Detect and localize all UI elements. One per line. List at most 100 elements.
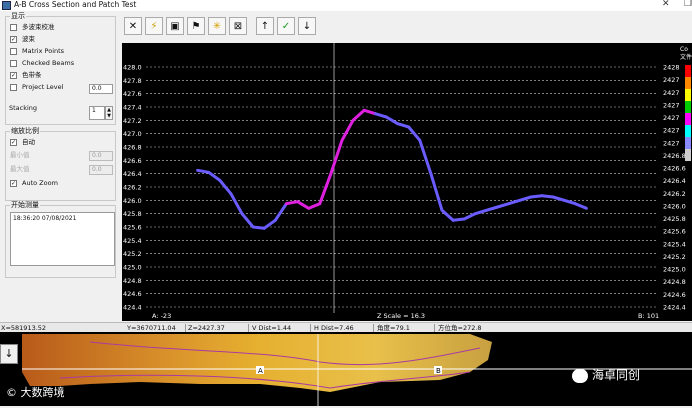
right-tick-label: 2425.6 [663,228,686,236]
y-tick-label: 424.4 [123,304,142,312]
fit-view-button[interactable]: ⊠ [229,17,247,35]
down-arrow-button[interactable]: ↓ [298,17,316,35]
data-point [218,178,222,182]
data-point [485,208,488,212]
checkbox-label: Checked Beams [22,59,75,67]
legend-swatch [685,149,691,161]
data-point [340,138,344,142]
data-point [207,170,211,174]
max-value-label: 最大值 [10,165,30,173]
right-tick-label: 2425.2 [663,253,686,261]
check-button[interactable]: ✓ [277,17,295,35]
cross-section-chart[interactable]: 428.0 427.8 427.6 427.4 427.2 427.0 426.8 426.6… [122,43,692,321]
measure-log[interactable]: 18:36:20 07/08/2021 [10,212,115,266]
checkbox-box[interactable] [10,24,17,31]
checkbox-auto-zoom[interactable]: ✓ Auto Zoom [10,179,58,188]
checkbox-project-level[interactable]: Project Level [10,83,63,92]
watermark-left: © 大数跨境 [6,386,65,399]
checkbox-label: 多波束校准 [22,23,55,31]
checkbox-multibeam-calibration[interactable]: 多波束校准 [10,23,55,32]
y-tick-label: 426.8 [123,144,142,152]
left-control-panel: 显示 多波束校准 ✓ 波束 Matrix Points Checked Beam… [0,11,120,323]
right-tick-label: 2427 [663,101,680,109]
min-value-input[interactable]: 0.0 [89,151,113,161]
legend-swatch [685,137,691,149]
checkbox-color-bar[interactable]: ✓ 色带条 [10,71,42,80]
right-tick-label: 2427 [663,139,680,147]
stacking-input[interactable]: 1 [89,106,105,120]
series-line-0 [197,168,288,230]
legend-swatch [685,113,691,125]
right-tick-label: 2425.0 [663,266,686,274]
window-title: A-B Cross Section and Patch Test [14,0,137,9]
app-icon [2,1,11,10]
flash-tool-button[interactable]: ⚡ [145,17,163,35]
data-point [429,172,433,176]
checkbox-box[interactable] [10,84,17,91]
stacking-spinner[interactable]: ▲ ▼ [105,106,113,120]
right-tick-label: 2424.6 [663,291,686,299]
wechat-icon [572,368,588,383]
close-button[interactable]: ✕ [662,0,670,10]
scale-group-title: 缩放比例 [10,127,40,136]
checkbox-beams[interactable]: ✓ 波束 [10,35,35,44]
data-point [240,212,244,216]
up-arrow-button[interactable]: ↑ [256,17,274,35]
sun-tool-button[interactable]: ✳ [208,17,226,35]
project-level-input[interactable]: 0.0 [89,84,113,94]
checkbox-matrix-points[interactable]: Matrix Points [10,47,64,56]
footer-left: A: -23 [152,312,171,320]
data-point [529,195,533,199]
data-point [451,218,455,222]
data-point [573,202,577,206]
checkbox-checked-beams[interactable]: Checked Beams [10,59,74,68]
right-tick-label: 2427 [663,76,680,84]
y-tick-label: 427.2 [123,117,142,125]
checkbox-box[interactable] [10,48,17,55]
checkbox-label: 波束 [22,35,35,43]
frame-tool-button[interactable]: ▣ [166,17,184,35]
right-tick-label: 2424.8 [663,278,686,286]
right-tick-label: 2428 [663,64,680,72]
data-point [351,118,355,122]
y-tick-label: 425.0 [123,264,142,272]
marker-a-label: A [258,367,263,375]
y-tick-label: 426.0 [123,197,142,205]
y-tick-label: 425.8 [123,210,142,218]
checkbox-box[interactable] [10,60,17,67]
legend-swatch [685,101,691,113]
data-point [285,202,288,206]
display-group: 显示 多波束校准 ✓ 波束 Matrix Points Checked Beam… [5,12,116,125]
checkbox-box[interactable]: ✓ [10,180,17,187]
y-tick-label: 425.2 [123,250,142,258]
data-point [540,194,544,198]
spin-down-icon[interactable]: ▼ [106,113,112,119]
data-point [296,200,299,204]
checkbox-box[interactable]: ✓ [10,139,17,146]
max-value-input[interactable]: 0.0 [89,165,113,175]
data-point [262,226,266,230]
scale-group: 缩放比例 ✓ 自动 最小值 0.0 最大值 0.0 ✓ Auto Zoom [5,127,116,201]
y-tick-label: 427.8 [123,77,142,85]
restore-button[interactable]: ❐ [684,0,692,10]
cross-tool-button[interactable]: ✕ [124,17,142,35]
display-group-title: 显示 [10,12,26,21]
right-tick-label: 2425.4 [663,240,686,248]
checkbox-auto[interactable]: ✓ 自动 [10,138,35,147]
data-point [307,206,311,210]
right-tick-label: 2426.8 [663,152,686,160]
flag-tool-button[interactable]: ⚑ [187,17,205,35]
cross-section-plot[interactable]: 428.0 427.8 427.6 427.4 427.2 427.0 426.8 426.6… [122,43,692,321]
checkbox-box[interactable]: ✓ [10,36,17,43]
data-point [273,218,277,222]
data-point [462,217,466,221]
right-tick-label: 2426.6 [663,165,686,173]
y-tick-label: 424.6 [123,290,142,298]
checkbox-box[interactable]: ✓ [10,72,17,79]
collapse-arrow-button[interactable]: ↓ [0,344,18,364]
data-point [418,138,422,142]
measure-group: 开始测量 18:36:20 07/08/2021 [5,201,116,278]
watermark-right-text: 海卓同创 [592,368,641,382]
legend-subtitle: 文件 [680,53,692,61]
data-point [562,198,566,202]
